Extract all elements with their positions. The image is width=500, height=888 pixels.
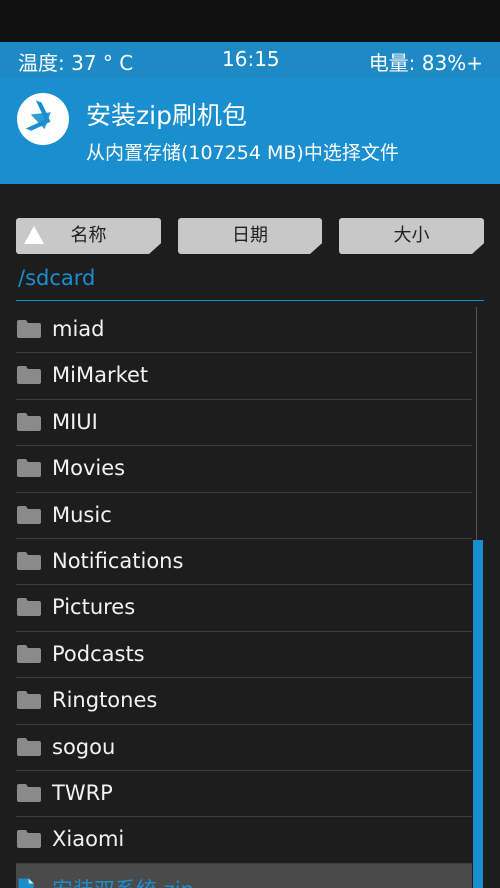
file-name: MIUI	[52, 409, 98, 434]
file-name: miad	[52, 317, 105, 341]
path-divider	[16, 300, 484, 301]
folder-icon	[17, 551, 41, 570]
sort-size-label: 大小	[393, 225, 430, 246]
file-icon	[18, 878, 34, 888]
file-name: 安装双系统.zip	[52, 874, 194, 888]
file-list-item[interactable]: Music	[16, 493, 472, 539]
clock-text: 16:15	[222, 47, 280, 71]
folder-icon	[17, 737, 41, 756]
top-black-bar	[0, 0, 500, 42]
sort-by-date-button[interactable]: 日期	[178, 218, 322, 254]
battery-text: 电量: 83%+	[368, 51, 483, 75]
file-name: MiMarket	[52, 363, 149, 388]
file-name: Pictures	[52, 595, 136, 620]
file-list-item[interactable]: 安装双系统.zip	[16, 863, 472, 888]
file-list-item[interactable]: MiMarket	[16, 353, 472, 400]
file-list-item[interactable]: TWRP	[16, 771, 472, 818]
file-name: Ringtones	[52, 688, 158, 713]
header-subtitle: 从内置存储(107254 MB)中选择文件	[86, 142, 399, 164]
file-list-item[interactable]: MIUI	[16, 400, 472, 447]
file-name: Music	[52, 502, 112, 527]
folder-icon	[17, 366, 41, 385]
folder-icon	[17, 505, 41, 524]
folder-icon	[17, 459, 41, 478]
folder-icon	[17, 644, 41, 663]
file-name: Xiaomi	[52, 827, 125, 852]
status-bar: 温度: 37 ° C 16:15 电量: 83%+	[0, 42, 500, 78]
file-name: TWRP	[52, 780, 113, 805]
current-path: /sdcard	[18, 266, 96, 290]
sort-bar: 名称 日期 大小	[0, 218, 500, 256]
sort-name-label: 名称	[70, 225, 107, 246]
file-list-item[interactable]: sogou	[16, 725, 472, 771]
header-title: 安装zip刷机包	[86, 101, 247, 130]
temperature-text: 温度: 37 ° C	[18, 51, 134, 75]
file-list-item[interactable]: miad	[16, 307, 472, 354]
folder-icon	[17, 783, 41, 802]
sort-by-name-button[interactable]: 名称	[16, 218, 161, 254]
twrp-logo-icon	[17, 93, 69, 145]
file-name: Notifications	[52, 548, 184, 573]
file-list-item[interactable]: Notifications	[16, 539, 472, 586]
sort-date-label: 日期	[232, 225, 268, 246]
folder-icon	[17, 691, 41, 710]
scrollbar-thumb[interactable]	[473, 540, 483, 888]
file-list-item[interactable]: Pictures	[16, 585, 472, 632]
folder-icon	[17, 598, 41, 617]
folder-icon	[17, 412, 41, 431]
file-name: Movies	[52, 456, 126, 481]
sort-ascending-icon	[24, 226, 44, 244]
file-list-item[interactable]: Xiaomi	[16, 817, 472, 864]
file-list[interactable]: miad MiMarket MIUI Movies Music Notifications…	[16, 307, 472, 888]
sort-by-size-button[interactable]: 大小	[339, 218, 484, 254]
folder-icon	[17, 320, 41, 338]
file-list-item[interactable]: Ringtones	[16, 678, 472, 725]
file-list-item[interactable]: Movies	[16, 446, 472, 493]
file-name: Podcasts	[52, 641, 145, 666]
folder-icon	[17, 830, 41, 849]
file-list-item[interactable]: Podcasts	[16, 632, 472, 679]
app-header: 安装zip刷机包 从内置存储(107254 MB)中选择文件	[0, 78, 500, 184]
file-name: sogou	[52, 734, 116, 759]
